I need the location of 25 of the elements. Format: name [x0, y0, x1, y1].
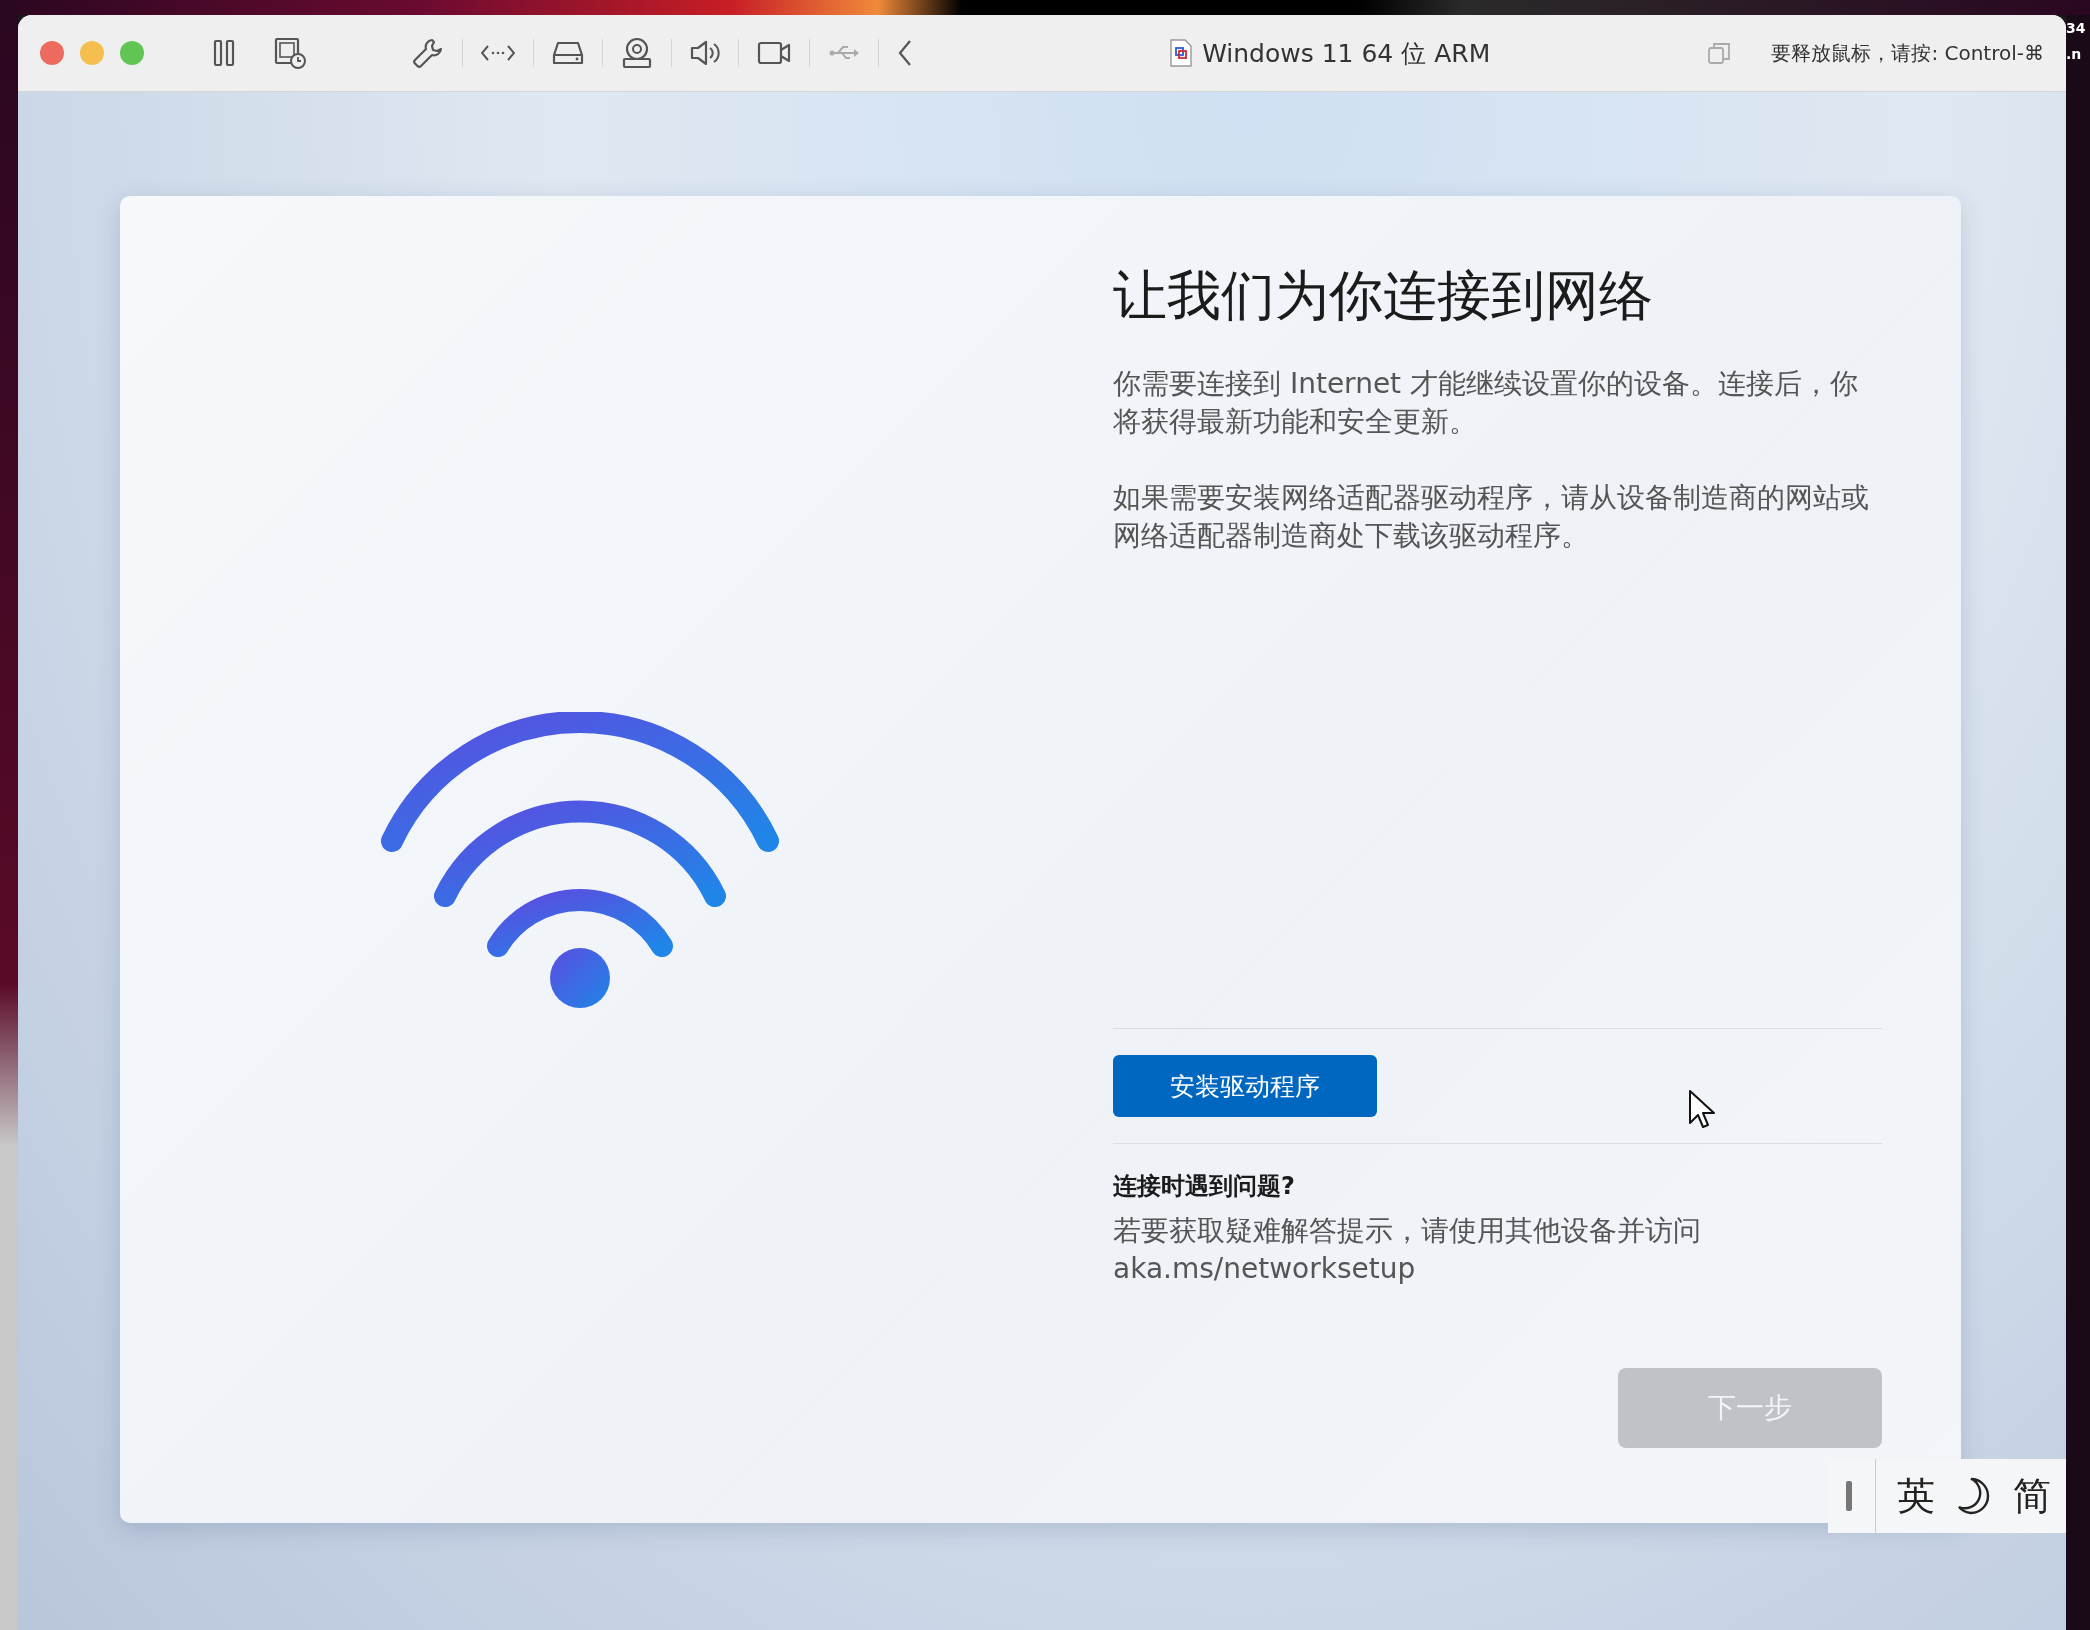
help-title: 连接时遇到问题? — [1113, 1171, 1296, 1202]
wrench-icon[interactable] — [412, 37, 444, 69]
webcam-icon[interactable] — [621, 37, 653, 69]
code-arrows-icon[interactable] — [481, 43, 515, 63]
description-text: 如果需要安装网络适配器驱动程序，请从设备制造商的网站或网络适配器制造商处下载该驱动程序。 — [1113, 479, 1870, 554]
description-text: 你需要连接到 Internet 才能继续设置你的设备。连接后，你将获得最新功能和安全更新。 — [1113, 365, 1859, 440]
close-button[interactable] — [40, 41, 64, 65]
desktop-text-fragment: .n — [2066, 45, 2083, 64]
desktop-text-fragment: 34 — [2066, 19, 2087, 38]
script-toggle[interactable]: 简 — [2013, 1470, 2052, 1522]
speaker-icon[interactable] — [690, 39, 720, 67]
setup-heading: 让我们为你连接到网络 — [1113, 264, 1654, 329]
help-text: 若要获取疑难解答提示，请使用其他设备并访问 aka.ms/networksetup — [1113, 1213, 1702, 1287]
input-mode-toggle[interactable]: 英 — [1897, 1470, 1936, 1522]
snapshot-icon[interactable] — [274, 37, 306, 69]
release-mouse-hint: 要释放鼠标，请按: Control-⌘ — [1771, 39, 2044, 67]
chevron-left-icon[interactable] — [897, 39, 913, 67]
cursor-icon — [1688, 1089, 1716, 1129]
install-driver-button[interactable]: 安装驱动程序 — [1113, 1055, 1377, 1117]
text-cursor-icon — [1844, 1481, 1853, 1511]
document-icon — [1170, 39, 1193, 67]
moon-icon[interactable] — [1957, 1476, 1992, 1516]
drive-icon[interactable] — [552, 40, 584, 66]
video-camera-icon[interactable] — [757, 41, 791, 65]
window-title: Windows 11 64 位 ARM — [1202, 37, 1491, 70]
